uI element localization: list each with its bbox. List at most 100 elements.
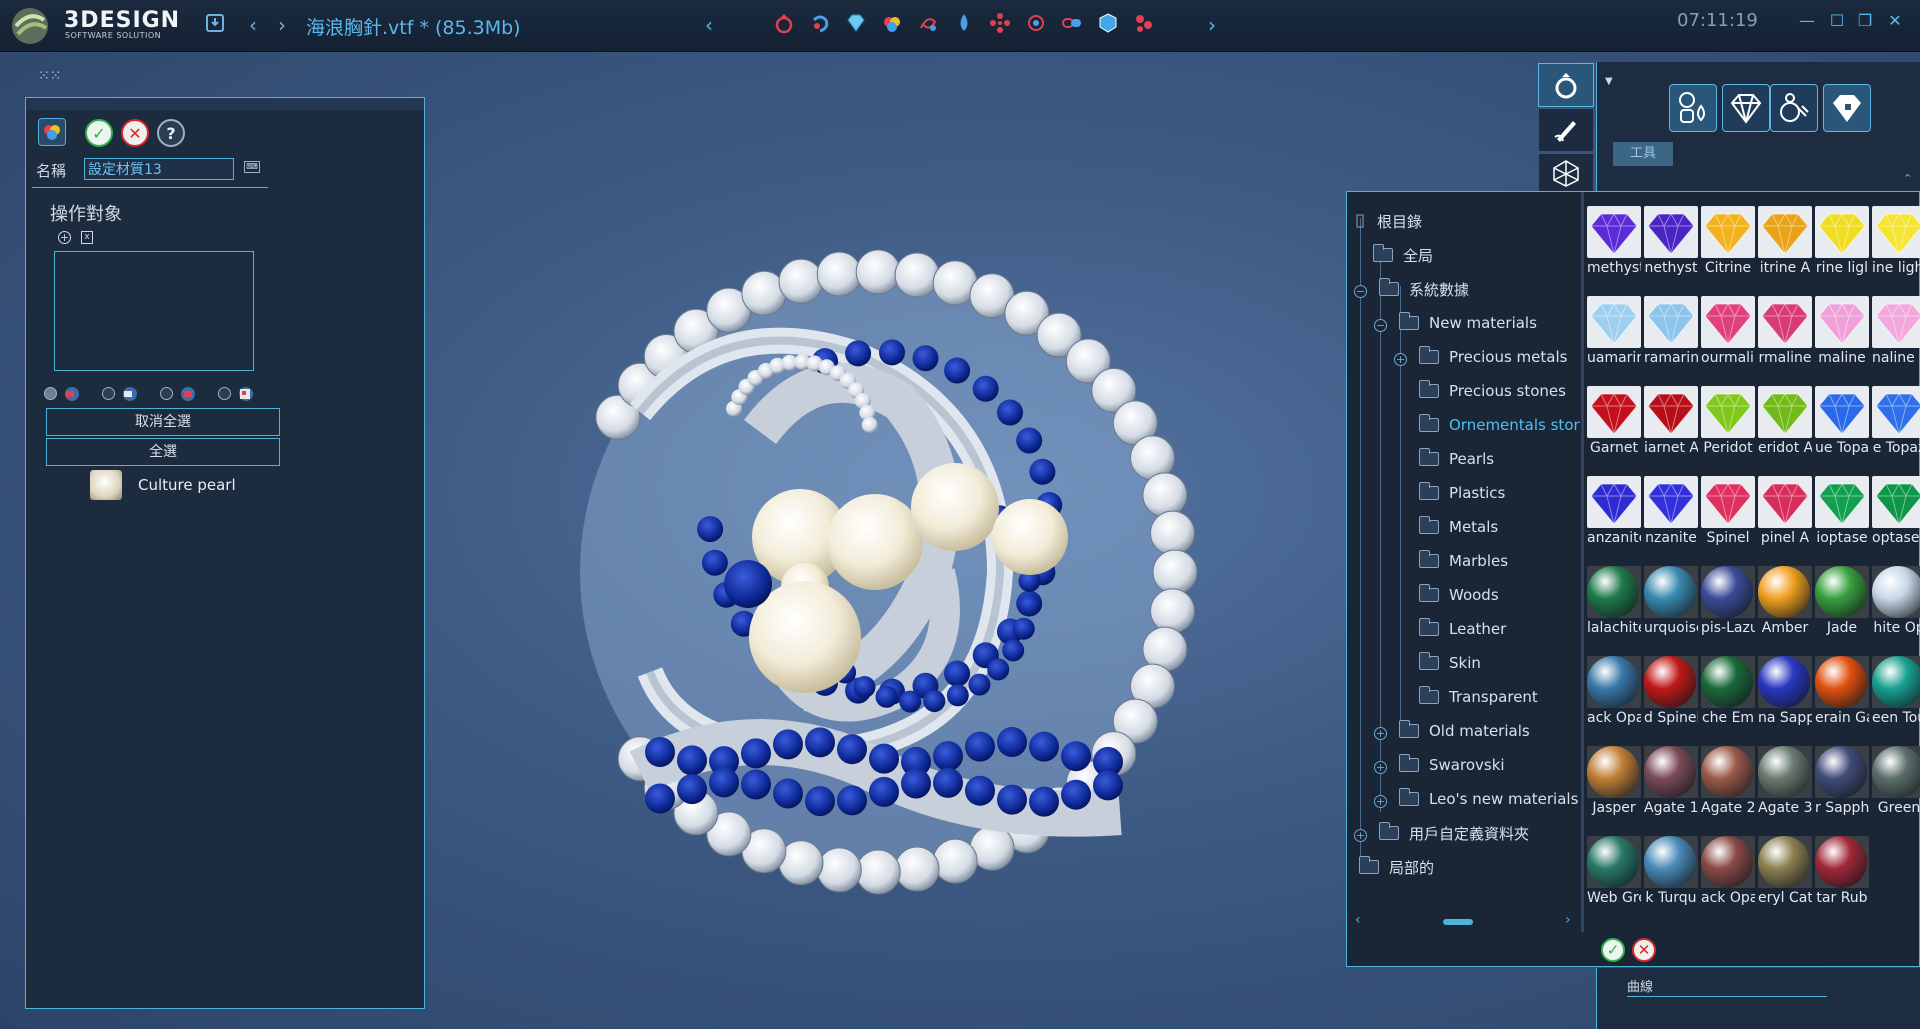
material-swatch[interactable]: itrine A bbox=[1758, 206, 1812, 278]
material-swatch[interactable]: pinel A bbox=[1758, 476, 1812, 548]
tree-local[interactable]: 局部的 bbox=[1359, 856, 1434, 878]
material-swatch[interactable]: hite Op bbox=[1872, 566, 1920, 638]
add-target-icon[interactable]: + bbox=[58, 231, 71, 244]
material-swatch[interactable]: rmaline bbox=[1758, 296, 1812, 368]
target-list-box[interactable] bbox=[54, 251, 254, 371]
ring-bar-next-icon[interactable]: › bbox=[1200, 12, 1224, 38]
tree-swarovski[interactable]: Swarovski bbox=[1399, 754, 1505, 776]
mode-radio-4[interactable] bbox=[218, 387, 231, 400]
material-category-icon[interactable] bbox=[1669, 84, 1717, 132]
tree-new-materials[interactable]: New materials bbox=[1399, 312, 1537, 334]
bracelet-icon[interactable] bbox=[806, 9, 834, 37]
deselect-all-button[interactable]: 取消全選 bbox=[46, 408, 280, 436]
material-swatch[interactable]: Jasper bbox=[1587, 746, 1641, 818]
scroll-thumb[interactable] bbox=[1443, 919, 1473, 925]
gem-puzzle-icon[interactable] bbox=[1823, 84, 1871, 132]
tree-global[interactable]: 全局 bbox=[1373, 244, 1433, 266]
dropdown-arrow-icon[interactable]: ▼ bbox=[1605, 76, 1613, 87]
scroll-left-icon[interactable]: ‹ bbox=[1355, 912, 1361, 928]
material-swatch[interactable]: nzanite bbox=[1644, 476, 1698, 548]
tree-pearls[interactable]: Pearls bbox=[1419, 448, 1494, 470]
material-swatch[interactable]: urquoise bbox=[1644, 566, 1698, 638]
setting-icon[interactable] bbox=[1022, 9, 1050, 37]
pearls-icon[interactable] bbox=[878, 9, 906, 37]
name-field[interactable] bbox=[84, 158, 234, 180]
material-swatch[interactable]: ourmalin bbox=[1701, 296, 1755, 368]
tree-woods[interactable]: Woods bbox=[1419, 584, 1499, 606]
ring-pointer-icon[interactable] bbox=[1770, 84, 1818, 132]
material-swatch[interactable]: Spinel bbox=[1701, 476, 1755, 548]
material-swatch[interactable]: anzanite bbox=[1587, 476, 1641, 548]
chain-icon[interactable] bbox=[914, 9, 942, 37]
scroll-right-icon[interactable]: › bbox=[1565, 912, 1571, 928]
tree-root[interactable]: 根目錄 bbox=[1355, 210, 1422, 232]
molecule-icon[interactable] bbox=[1130, 9, 1158, 37]
tree-precious-stones[interactable]: Precious stones bbox=[1419, 380, 1566, 402]
material-swatch[interactable]: iarnet A bbox=[1644, 386, 1698, 458]
mode-radio-3[interactable] bbox=[160, 387, 173, 400]
tree-leos-new-materials[interactable]: Leo's new materials bbox=[1399, 788, 1578, 810]
tree-plastics[interactable]: Plastics bbox=[1419, 482, 1505, 504]
tree-marbles[interactable]: Marbles bbox=[1419, 550, 1508, 572]
apply-button[interactable]: ✓ bbox=[1601, 938, 1625, 962]
tree-leather[interactable]: Leather bbox=[1419, 618, 1506, 640]
material-swatch[interactable]: methyst bbox=[1587, 206, 1641, 278]
material-swatch[interactable]: d Spinel bbox=[1644, 656, 1698, 728]
minimize-icon[interactable]: — bbox=[1796, 10, 1818, 32]
cube-icon[interactable] bbox=[1094, 9, 1122, 37]
material-swatch[interactable]: erain Ga bbox=[1815, 656, 1869, 728]
material-swatch[interactable]: eridot A bbox=[1758, 386, 1812, 458]
expand-icon[interactable]: + bbox=[1374, 727, 1387, 740]
material-swatch[interactable]: Agate 2 bbox=[1701, 746, 1755, 818]
help-button[interactable]: ? bbox=[157, 119, 185, 147]
cancel-button[interactable]: ✕ bbox=[121, 119, 149, 147]
mode-radio-1[interactable] bbox=[44, 387, 57, 400]
close-icon[interactable]: ✕ bbox=[1884, 10, 1906, 32]
mode-radio-2[interactable] bbox=[102, 387, 115, 400]
material-swatch[interactable]: maline bbox=[1815, 296, 1869, 368]
material-swatch[interactable]: ine light bbox=[1872, 206, 1920, 278]
material-swatch[interactable]: r Sapphi bbox=[1815, 746, 1869, 818]
material-swatch[interactable]: pis-Lazu bbox=[1701, 566, 1755, 638]
material-swatch[interactable]: Amber bbox=[1758, 566, 1812, 638]
tree-system-data[interactable]: 系統數據 bbox=[1379, 278, 1469, 300]
material-swatch[interactable]: uamarir bbox=[1587, 296, 1641, 368]
material-swatch[interactable]: e Topaz bbox=[1872, 386, 1920, 458]
material-swatch[interactable]: nethyst bbox=[1644, 206, 1698, 278]
tree-horizontal-scrollbar[interactable]: ‹ › bbox=[1347, 912, 1580, 930]
material-swatch[interactable]: lalachite bbox=[1587, 566, 1641, 638]
save-icon[interactable] bbox=[203, 12, 227, 38]
expand-icon[interactable]: + bbox=[1394, 353, 1407, 366]
material-swatch[interactable]: k Turqu bbox=[1644, 836, 1698, 908]
keyboard-icon[interactable]: ⌨ bbox=[244, 161, 260, 173]
material-swatch[interactable]: Agate 1 bbox=[1644, 746, 1698, 818]
drop-icon[interactable] bbox=[950, 9, 978, 37]
expand-icon[interactable]: + bbox=[1354, 829, 1367, 842]
material-swatch[interactable]: ioptase bbox=[1815, 476, 1869, 548]
material-swatch[interactable]: ack Opa bbox=[1701, 836, 1755, 908]
material-swatch[interactable]: optase A bbox=[1872, 476, 1920, 548]
maximize-icon[interactable]: ☐ bbox=[1826, 10, 1848, 32]
ring-icon[interactable] bbox=[770, 9, 798, 37]
material-swatch[interactable]: tar Rub bbox=[1815, 836, 1869, 908]
material-swatch[interactable]: ramarine bbox=[1644, 296, 1698, 368]
pencil-tab-icon[interactable] bbox=[1538, 108, 1594, 152]
material-swatch[interactable]: eryl Cat bbox=[1758, 836, 1812, 908]
tree-ornamental-stones[interactable]: Ornementals ston bbox=[1419, 414, 1580, 436]
material-swatch[interactable]: Green bbox=[1872, 746, 1920, 818]
discard-button[interactable]: ✕ bbox=[1632, 938, 1656, 962]
list-item[interactable]: Culture pearl bbox=[138, 476, 236, 494]
undo-icon[interactable]: ‹ bbox=[241, 12, 265, 38]
material-swatch[interactable]: rine ligl bbox=[1815, 206, 1869, 278]
cluster-icon[interactable] bbox=[986, 9, 1014, 37]
tab-tools[interactable]: 工具 bbox=[1613, 142, 1673, 166]
collapse-icon[interactable]: − bbox=[1354, 285, 1367, 298]
select-all-button[interactable]: 全選 bbox=[46, 438, 280, 466]
menu-grid-icon[interactable]: ⁙⁙ bbox=[38, 68, 61, 84]
material-swatch[interactable]: na Sapp bbox=[1758, 656, 1812, 728]
ring-tab-icon[interactable] bbox=[1538, 63, 1594, 107]
tree-metals[interactable]: Metals bbox=[1419, 516, 1498, 538]
collapse-up-icon[interactable]: ⌃ bbox=[1903, 172, 1912, 185]
material-swatch[interactable]: che Em bbox=[1701, 656, 1755, 728]
tree-skin[interactable]: Skin bbox=[1419, 652, 1481, 674]
